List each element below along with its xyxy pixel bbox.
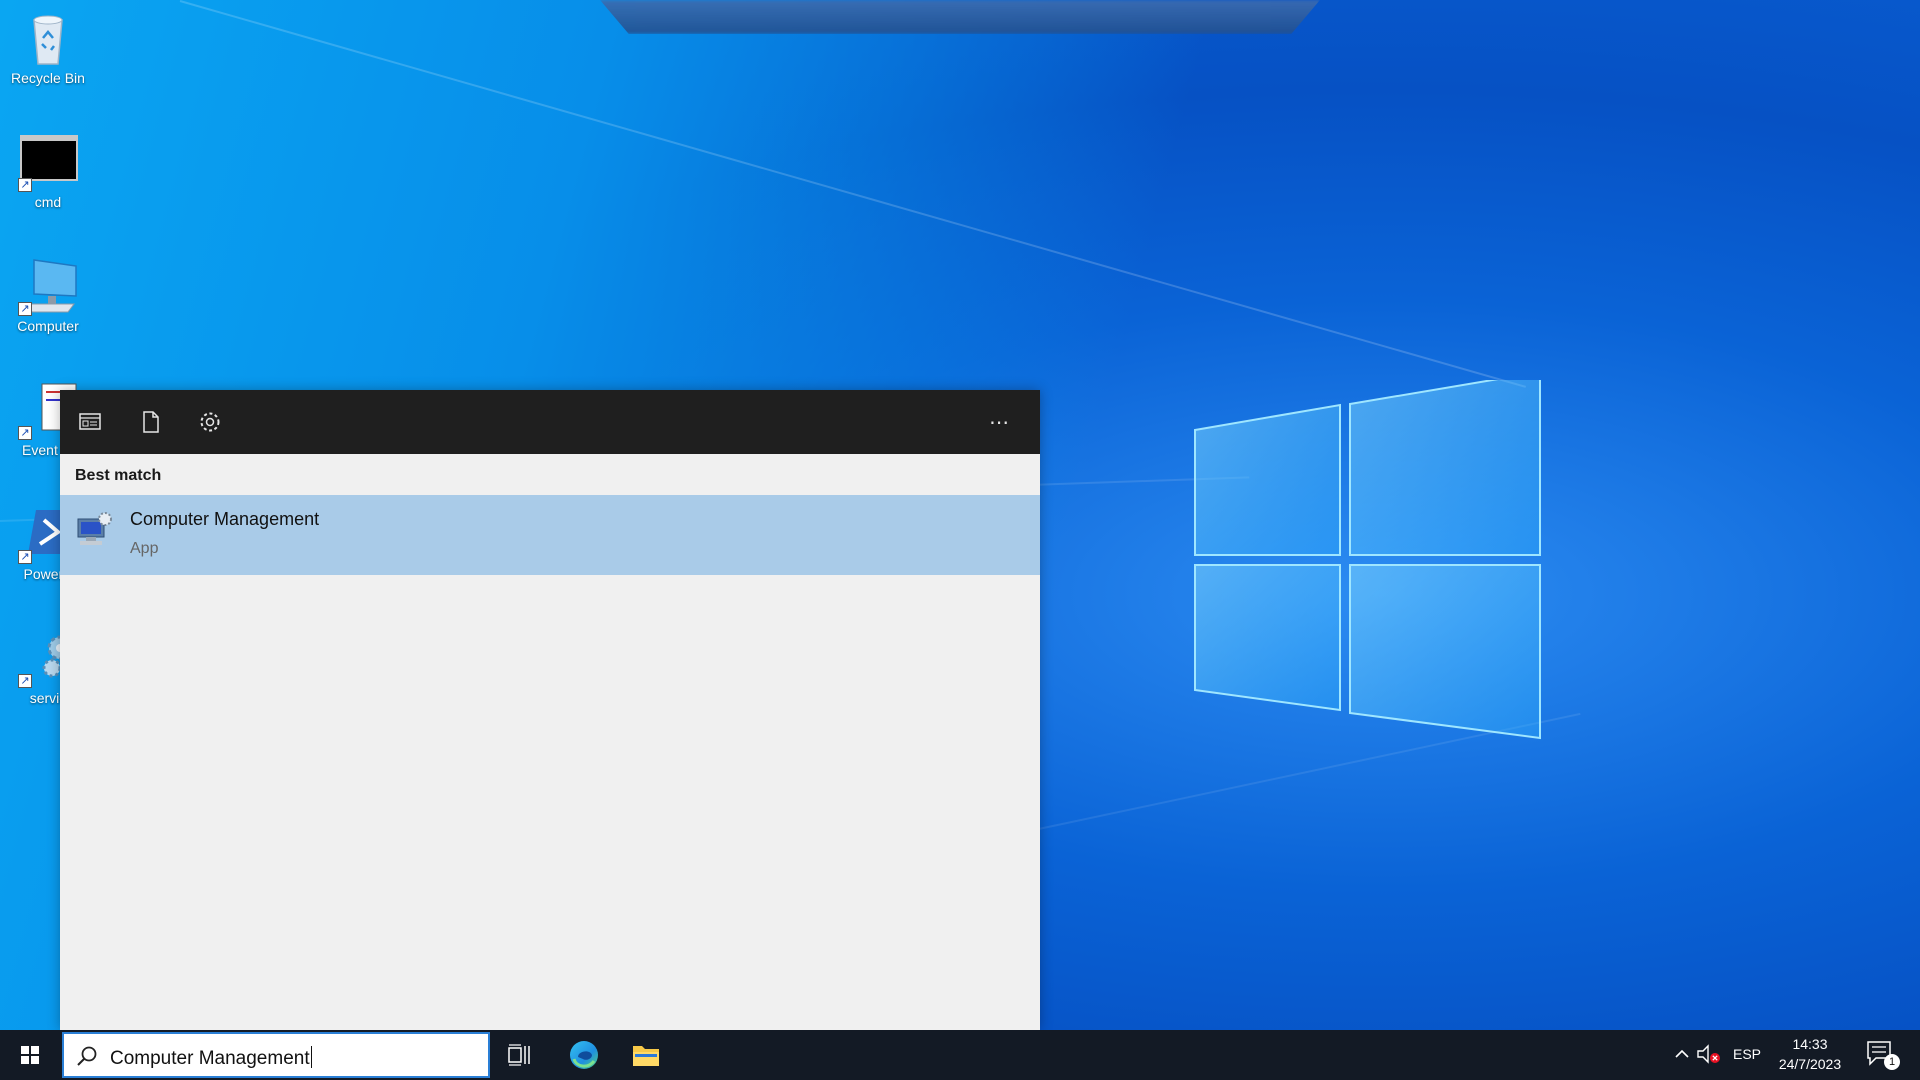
input-language-indicator[interactable]: ESP (1733, 1046, 1761, 1062)
start-button[interactable] (0, 1030, 60, 1080)
file-explorer-taskbar-button[interactable] (616, 1030, 676, 1080)
shortcut-arrow-icon: ↗ (18, 426, 32, 440)
best-match-heading: Best match (75, 467, 162, 484)
best-match-result[interactable]: Computer Management App (60, 495, 1040, 575)
edge-taskbar-button[interactable] (554, 1030, 614, 1080)
desktop-icon-recycle-bin[interactable]: Recycle Bin (0, 8, 96, 86)
volume-muted-icon[interactable] (1695, 1042, 1721, 1066)
search-icon (77, 1046, 97, 1066)
apps-filter-button[interactable] (70, 402, 110, 442)
result-title: Computer Management (130, 509, 320, 529)
shortcut-arrow-icon: ↗ (18, 674, 32, 688)
shortcut-arrow-icon: ↗ (18, 550, 32, 564)
desktop-icon-label: Computer (17, 318, 79, 334)
search-filter-toolbar: ⋯ (60, 390, 1040, 454)
taskbar: Computer Management ESP 14:33 24/7/2023 … (0, 1030, 1920, 1080)
windows-start-icon (21, 1046, 39, 1064)
documents-filter-button[interactable] (130, 402, 170, 442)
edge-icon (570, 1041, 598, 1069)
settings-filter-button[interactable] (190, 402, 230, 442)
recycle-bin-icon (33, 15, 63, 65)
show-hidden-icons-chevron-icon[interactable] (1672, 1044, 1692, 1064)
desktop-icon-label: Recycle Bin (11, 70, 85, 86)
search-results-panel: ⋯ Best match Computer Management App (60, 390, 1040, 1030)
apps-filter-icon (79, 413, 101, 430)
clock-time: 14:33 (1792, 1036, 1828, 1052)
windows-logo-wallpaper-icon (1194, 380, 1541, 740)
more-options-button[interactable]: ⋯ (980, 402, 1020, 442)
action-center-button[interactable]: 1 (1862, 1038, 1902, 1072)
task-view-icon (508, 1044, 530, 1066)
search-input-value: Computer Management (110, 1048, 310, 1069)
desktop-icon-cmd[interactable]: ↗ cmd (0, 132, 96, 210)
shortcut-arrow-icon: ↗ (18, 302, 32, 316)
remote-session-bar[interactable] (600, 0, 1320, 34)
clock-date: 24/7/2023 (1778, 1056, 1842, 1072)
taskbar-search-input[interactable]: Computer Management (62, 1032, 490, 1078)
shortcut-arrow-icon: ↗ (18, 178, 32, 192)
system-clock[interactable]: 14:33 24/7/2023 (1770, 1034, 1850, 1074)
desktop-icon-computer[interactable]: ↗ Computer (0, 256, 96, 334)
result-subtitle: App (130, 540, 159, 557)
desktop-icon-label: cmd (34, 194, 62, 210)
computer-management-icon (77, 512, 112, 545)
file-explorer-icon (633, 1046, 659, 1066)
notification-count-badge: 1 (1884, 1054, 1900, 1070)
settings-filter-icon (200, 412, 220, 432)
text-caret (310, 1046, 312, 1068)
task-view-button[interactable] (490, 1030, 550, 1080)
documents-filter-icon (143, 411, 159, 433)
